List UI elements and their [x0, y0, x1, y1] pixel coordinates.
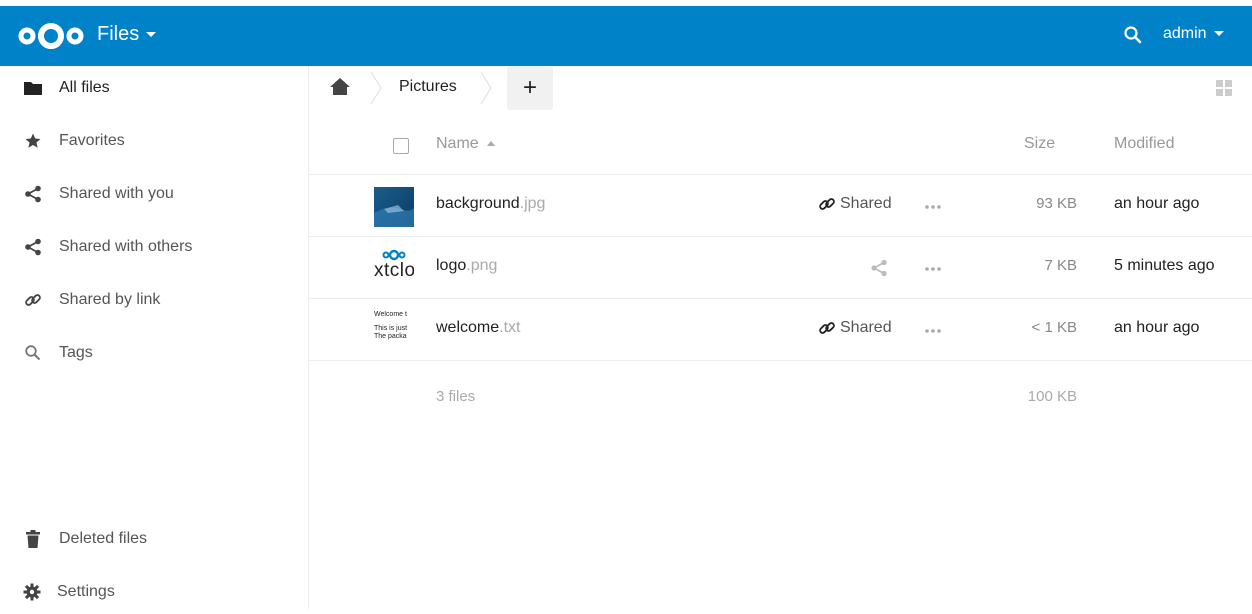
- thumbnail-text-line: The packa: [374, 333, 407, 340]
- folder-icon: [22, 77, 44, 99]
- file-extension: .txt: [499, 319, 521, 336]
- file-name[interactable]: logo.png: [436, 257, 497, 275]
- file-extension: .png: [466, 257, 498, 274]
- sidebar-item-shared-by-link[interactable]: Shared by link: [0, 278, 308, 322]
- file-size: 7 KB: [1044, 257, 1077, 274]
- more-icon[interactable]: [923, 259, 943, 279]
- sidebar-item-label: Favorites: [59, 132, 125, 149]
- sidebar-item-label: All files: [59, 79, 110, 96]
- user-menu[interactable]: admin: [1163, 25, 1224, 43]
- thumbnail-text-line: Welcome t: [374, 311, 407, 318]
- star-icon: [22, 130, 44, 152]
- file-size: < 1 KB: [1031, 319, 1077, 336]
- file-base-name: logo: [436, 257, 467, 274]
- sidebar-item-label: Shared with you: [59, 185, 174, 202]
- sidebar-item-shared-with-others[interactable]: Shared with others: [0, 225, 308, 269]
- share-icon[interactable]: [870, 259, 888, 277]
- sidebar-item-all-files[interactable]: All files: [0, 66, 308, 110]
- breadcrumb: Pictures +: [309, 66, 1252, 110]
- table-row[interactable]: Welcome t This is just The packa welcome…: [309, 299, 1252, 361]
- grid-view-icon[interactable]: [1216, 80, 1232, 96]
- sort-ascending-icon: [486, 141, 495, 147]
- table-header: Name Size Modified: [309, 120, 1252, 175]
- share-button[interactable]: Shared: [818, 195, 892, 213]
- file-modified: an hour ago: [1114, 319, 1200, 336]
- trash-icon: [22, 528, 44, 550]
- breadcrumb-separator: [370, 71, 382, 105]
- more-icon[interactable]: [923, 321, 943, 341]
- nextcloud-logo[interactable]: [18, 21, 84, 51]
- app-title: Files: [97, 23, 140, 45]
- breadcrumb-pictures[interactable]: Pictures: [399, 78, 457, 96]
- app-header: Files admin: [0, 6, 1252, 66]
- file-modified: an hour ago: [1114, 195, 1200, 212]
- nextcloud-logo: [382, 249, 406, 261]
- thumbnail-text-line: This is just: [374, 325, 408, 332]
- sidebar-item-label: Settings: [57, 583, 115, 600]
- sidebar-item-favorites[interactable]: Favorites: [0, 119, 308, 163]
- column-name-label: Name: [436, 135, 479, 152]
- new-button[interactable]: +: [507, 66, 553, 110]
- caret-down-icon: [146, 32, 157, 38]
- share-label: Shared: [840, 319, 892, 336]
- thumbnail-background: [374, 187, 414, 227]
- share-label: Shared: [840, 195, 892, 212]
- column-name[interactable]: Name: [436, 135, 495, 153]
- table-summary: 3 files 100 KB: [309, 388, 1252, 408]
- summary-total-size: 100 KB: [1027, 388, 1077, 405]
- share-icon: [22, 183, 44, 205]
- breadcrumb-separator: [480, 71, 492, 105]
- link-icon: [819, 198, 835, 210]
- column-size[interactable]: Size: [1024, 135, 1055, 153]
- file-name[interactable]: background.jpg: [436, 195, 545, 213]
- link-icon: [22, 289, 44, 311]
- summary-file-count: 3 files: [436, 388, 476, 405]
- sidebar-item-label: Shared by link: [59, 291, 161, 308]
- search-icon: [22, 342, 44, 364]
- more-icon[interactable]: [923, 197, 943, 217]
- thumbnail-welcome: Welcome t This is just The packa: [374, 311, 414, 351]
- sidebar-item-label: Tags: [59, 344, 93, 361]
- file-extension: .jpg: [519, 195, 546, 212]
- file-name[interactable]: welcome.txt: [436, 319, 520, 337]
- table-row[interactable]: xtclo logo.png 7 KB 5 minutes ago: [309, 237, 1252, 299]
- username: admin: [1163, 25, 1207, 42]
- file-base-name: background: [436, 195, 520, 212]
- sidebar-item-deleted-files[interactable]: Deleted files: [0, 517, 308, 561]
- table-row[interactable]: background.jpg Shared 93 KB an hour ago: [309, 175, 1252, 237]
- app-menu-button[interactable]: Files: [97, 23, 157, 46]
- link-icon: [819, 322, 835, 334]
- caret-down-icon: [1213, 31, 1224, 37]
- home-icon[interactable]: [329, 76, 351, 98]
- sidebar-item-tags[interactable]: Tags: [0, 331, 308, 375]
- sidebar: All files Favorites Shared with you Shar…: [0, 66, 309, 609]
- share-button[interactable]: Shared: [818, 319, 892, 337]
- gear-icon: [21, 581, 43, 603]
- sidebar-item-settings[interactable]: Settings: [0, 570, 308, 614]
- share-icon: [22, 236, 44, 258]
- file-modified: 5 minutes ago: [1114, 257, 1215, 274]
- logo-thumbnail-text: xtclo: [374, 261, 414, 281]
- sidebar-item-label: Shared with others: [59, 238, 193, 255]
- file-base-name: welcome: [436, 319, 500, 336]
- column-modified[interactable]: Modified: [1114, 135, 1174, 153]
- sidebar-item-label: Deleted files: [59, 530, 148, 547]
- search-icon[interactable]: [1122, 24, 1144, 46]
- file-size: 93 KB: [1036, 195, 1077, 212]
- select-all-checkbox[interactable]: [393, 138, 409, 154]
- sidebar-item-shared-with-you[interactable]: Shared with you: [0, 172, 308, 216]
- thumbnail-logo: xtclo: [374, 249, 414, 289]
